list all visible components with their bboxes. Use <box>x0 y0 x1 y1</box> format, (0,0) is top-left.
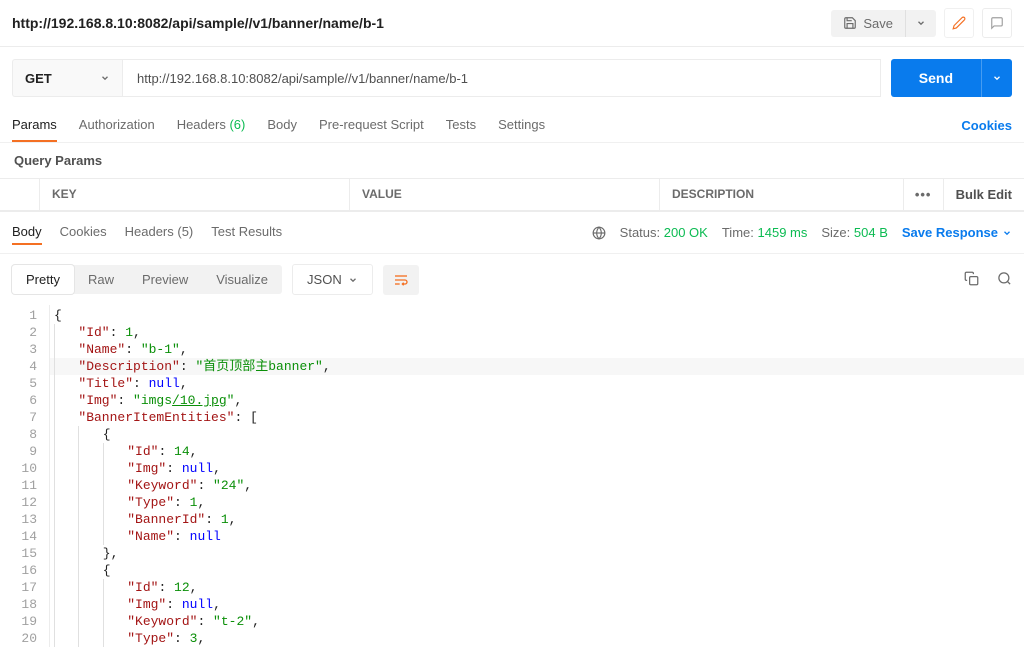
edit-button[interactable] <box>944 8 974 38</box>
line-numbers: 1234567891011121314151617181920 <box>0 305 50 647</box>
tab-prerequest[interactable]: Pre-request Script <box>319 109 424 142</box>
bulk-edit-link[interactable]: Bulk Edit <box>944 179 1024 210</box>
save-label: Save <box>863 16 893 31</box>
chevron-down-icon <box>916 18 926 28</box>
resp-tab-test-results[interactable]: Test Results <box>211 220 282 245</box>
params-checkbox-header <box>0 179 40 210</box>
chevron-down-icon <box>992 73 1002 83</box>
save-icon <box>843 16 857 30</box>
pencil-icon <box>952 16 966 30</box>
tab-settings[interactable]: Settings <box>498 109 545 142</box>
resp-tab-body[interactable]: Body <box>12 220 42 245</box>
cookies-link[interactable]: Cookies <box>961 118 1012 133</box>
wrap-icon <box>393 272 409 288</box>
tab-headers[interactable]: Headers (6) <box>177 109 246 142</box>
comment-icon <box>990 16 1004 30</box>
method-select[interactable]: GET <box>12 59 122 97</box>
params-key-header: KEY <box>40 179 350 210</box>
params-more-menu[interactable]: ••• <box>904 179 944 210</box>
view-preview[interactable]: Preview <box>128 265 202 294</box>
comment-button[interactable] <box>982 8 1012 38</box>
query-params-label: Query Params <box>0 143 1024 178</box>
save-button[interactable]: Save <box>831 10 905 37</box>
tab-authorization[interactable]: Authorization <box>79 109 155 142</box>
size-label: Size: 504 B <box>821 225 888 240</box>
view-raw[interactable]: Raw <box>74 265 128 294</box>
chevron-down-icon <box>1002 228 1012 238</box>
search-icon[interactable] <box>997 271 1012 289</box>
response-body[interactable]: 1234567891011121314151617181920 { "Id": … <box>0 305 1024 647</box>
tab-tests[interactable]: Tests <box>446 109 476 142</box>
code-content: { "Id": 1, "Name": "b-1", "Description":… <box>50 305 1024 647</box>
method-text: GET <box>25 71 52 86</box>
send-dropdown[interactable] <box>981 59 1012 97</box>
tab-body[interactable]: Body <box>267 109 297 142</box>
send-button[interactable]: Send <box>891 59 981 97</box>
chevron-down-icon <box>348 275 358 285</box>
request-title: http://192.168.8.10:8082/api/sample//v1/… <box>12 15 831 31</box>
resp-tab-cookies[interactable]: Cookies <box>60 220 107 245</box>
resp-tab-headers[interactable]: Headers (5) <box>125 220 194 245</box>
chevron-down-icon <box>100 73 110 83</box>
save-button-group: Save <box>831 10 936 37</box>
view-pretty[interactable]: Pretty <box>12 265 74 294</box>
url-input[interactable] <box>122 59 881 97</box>
save-dropdown[interactable] <box>905 10 936 37</box>
globe-icon[interactable] <box>592 226 606 240</box>
time-label: Time: 1459 ms <box>722 225 808 240</box>
view-visualize[interactable]: Visualize <box>202 265 282 294</box>
wrap-lines-button[interactable] <box>383 265 419 295</box>
view-tabs: Pretty Raw Preview Visualize <box>12 265 282 294</box>
status-label: Status: 200 OK <box>620 225 708 240</box>
format-select[interactable]: JSON <box>292 264 373 295</box>
params-value-header: VALUE <box>350 179 660 210</box>
save-response-link[interactable]: Save Response <box>902 225 1012 240</box>
tab-params[interactable]: Params <box>12 109 57 142</box>
params-description-header: DESCRIPTION <box>660 179 904 210</box>
copy-icon[interactable] <box>964 271 979 289</box>
